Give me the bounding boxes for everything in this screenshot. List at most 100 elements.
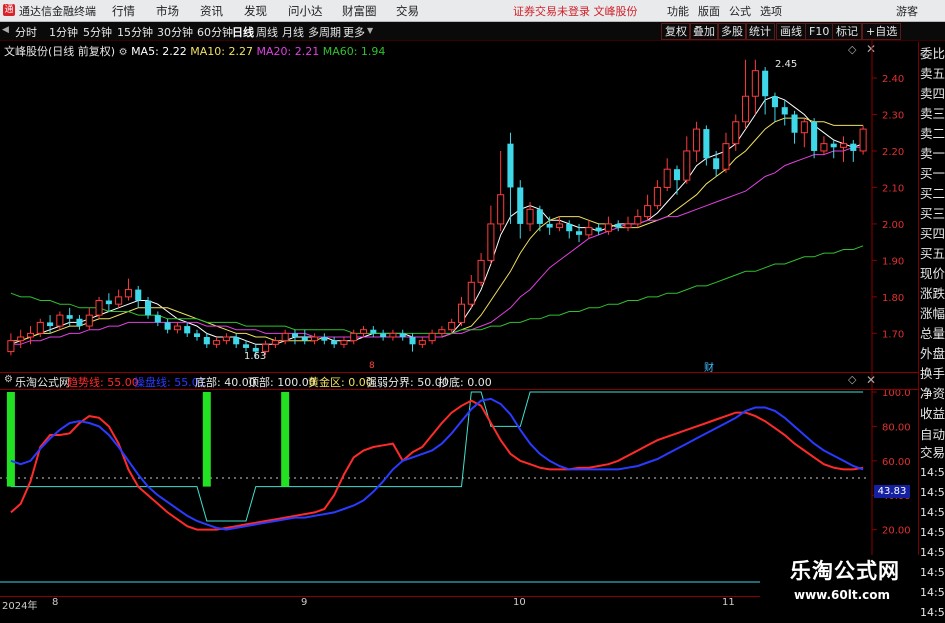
- candle-up: [173, 325, 181, 331]
- indicator-tick-label: 80.00: [882, 422, 911, 433]
- panel-net-assets: 净资: [920, 386, 945, 401]
- price-tick-label: 2.20: [882, 147, 904, 158]
- candle-down: [566, 223, 573, 232]
- panel-price: 现价: [920, 266, 945, 281]
- indicator-fast-line: [10, 399, 864, 531]
- dividend-marker[interactable]: 8: [369, 361, 375, 371]
- candle-down: [399, 333, 406, 338]
- current-indicator-value: 43.83: [874, 485, 910, 498]
- candle-down: [301, 337, 308, 341]
- indicator-header: ⚙ 乐淘公式网 趋势线: 55.00 操盘线: 55.01 底部: 40.00 …: [0, 372, 918, 390]
- candle-up: [751, 70, 759, 97]
- candle-up: [56, 314, 64, 327]
- indicator-diamond-icon[interactable]: ◇: [848, 373, 856, 386]
- candle-up: [448, 321, 456, 331]
- bottom-buy-value: 抄底: 0.00: [438, 376, 492, 389]
- candle-up: [311, 336, 319, 342]
- candle-up: [85, 314, 93, 327]
- panel-bid2: 买二: [920, 186, 945, 201]
- watermark-cn: 乐淘公式网: [790, 559, 900, 583]
- candle-down: [507, 143, 514, 188]
- candle-up: [115, 296, 123, 305]
- candle-down: [781, 107, 788, 115]
- signal-bar: [281, 392, 290, 487]
- candle-up: [693, 128, 701, 152]
- watermark: 乐淘公式网 www.60lt.com: [760, 555, 920, 609]
- indicator-name[interactable]: 乐淘公式网: [15, 374, 70, 390]
- price-tick-label: 2.40: [882, 74, 904, 85]
- candle-up: [213, 340, 221, 345]
- candle-down: [164, 322, 171, 330]
- candle-up: [487, 223, 495, 261]
- candle-down: [144, 300, 152, 316]
- panel-time: 14:56: [920, 546, 945, 559]
- candle-up: [457, 303, 466, 323]
- signal-bar: [202, 392, 211, 487]
- panel-bid3: 买三: [920, 206, 945, 221]
- candle-down: [184, 326, 191, 334]
- panel-ask2: 卖二: [920, 126, 945, 141]
- candle-down: [713, 158, 720, 170]
- candle-up: [359, 329, 368, 334]
- candle-down: [321, 337, 328, 341]
- candle-down: [546, 223, 553, 228]
- indicator-tick-label: 20.00: [882, 526, 911, 537]
- indicator-slow-line: [10, 397, 864, 531]
- time-tick: 10: [513, 597, 526, 608]
- panel-bid4: 买四: [920, 226, 945, 241]
- candle-down: [517, 187, 524, 224]
- panel-change-pct: 涨幅: [920, 306, 945, 321]
- candle-down: [673, 169, 681, 181]
- indicator-band-line: [10, 391, 864, 522]
- candle-up: [653, 186, 661, 207]
- time-tick: 11: [722, 597, 735, 608]
- price-tick-label: 2.10: [882, 183, 904, 194]
- candle-down: [575, 231, 583, 235]
- indicator-close-icon[interactable]: ✕: [866, 373, 876, 387]
- panel-time: 14:56: [920, 486, 945, 499]
- candle-up: [418, 340, 426, 345]
- candle-up: [389, 332, 397, 338]
- candle-down: [615, 223, 622, 228]
- panel-bid5: 买五: [920, 246, 945, 261]
- panel-auto[interactable]: 自动: [920, 425, 945, 445]
- price-axis: 2.40 2.30 2.20 2.10 2.00 1.90 1.80 1.70: [872, 74, 904, 340]
- candle-up: [222, 336, 230, 342]
- candle-down: [76, 318, 83, 327]
- gold-zone-value: 黄金区: 0.00: [308, 376, 373, 389]
- time-tick: 8: [52, 597, 59, 608]
- kline-chart[interactable]: 2.402.302.202.102.001.901.801.70 100.080…: [0, 0, 918, 609]
- panel-time: 14:56: [920, 566, 945, 579]
- top-value: 顶部: 100.00: [248, 376, 316, 389]
- panel-time: 14:56: [920, 506, 945, 519]
- panel-turnover: 换手: [920, 366, 945, 381]
- panel-ask5: 卖五: [920, 66, 945, 81]
- panel-time: 14:56: [920, 466, 945, 479]
- candle-down: [703, 129, 710, 159]
- candle-up: [26, 332, 35, 338]
- candle-up: [820, 143, 828, 152]
- panel-time: 14:56: [920, 526, 945, 539]
- candle-up: [624, 223, 632, 229]
- candle-up: [585, 227, 593, 236]
- candle-down: [233, 337, 240, 345]
- panel-trade[interactable]: 交易: [920, 443, 945, 463]
- candle-up: [17, 336, 25, 342]
- candle-up: [124, 289, 132, 298]
- candle-up: [634, 216, 642, 225]
- time-tick: 9: [301, 597, 308, 608]
- panel-outer: 外盘: [920, 346, 945, 361]
- candle-down: [830, 143, 837, 148]
- fast-line-value: 趋势线: 55.00: [67, 376, 139, 389]
- candle-up: [95, 300, 103, 316]
- panel-change: 涨跌: [920, 286, 945, 301]
- candle-up: [36, 321, 44, 334]
- price-tick-label: 1.70: [882, 329, 904, 340]
- candle-up: [526, 208, 534, 225]
- candle-up: [683, 150, 691, 181]
- panel-bid-ratio: 委比: [920, 46, 945, 61]
- panel-ask1: 卖一: [920, 146, 945, 161]
- candle-up: [350, 332, 358, 342]
- indicator-settings-icon[interactable]: ⚙: [4, 374, 13, 385]
- candle-down: [409, 337, 416, 345]
